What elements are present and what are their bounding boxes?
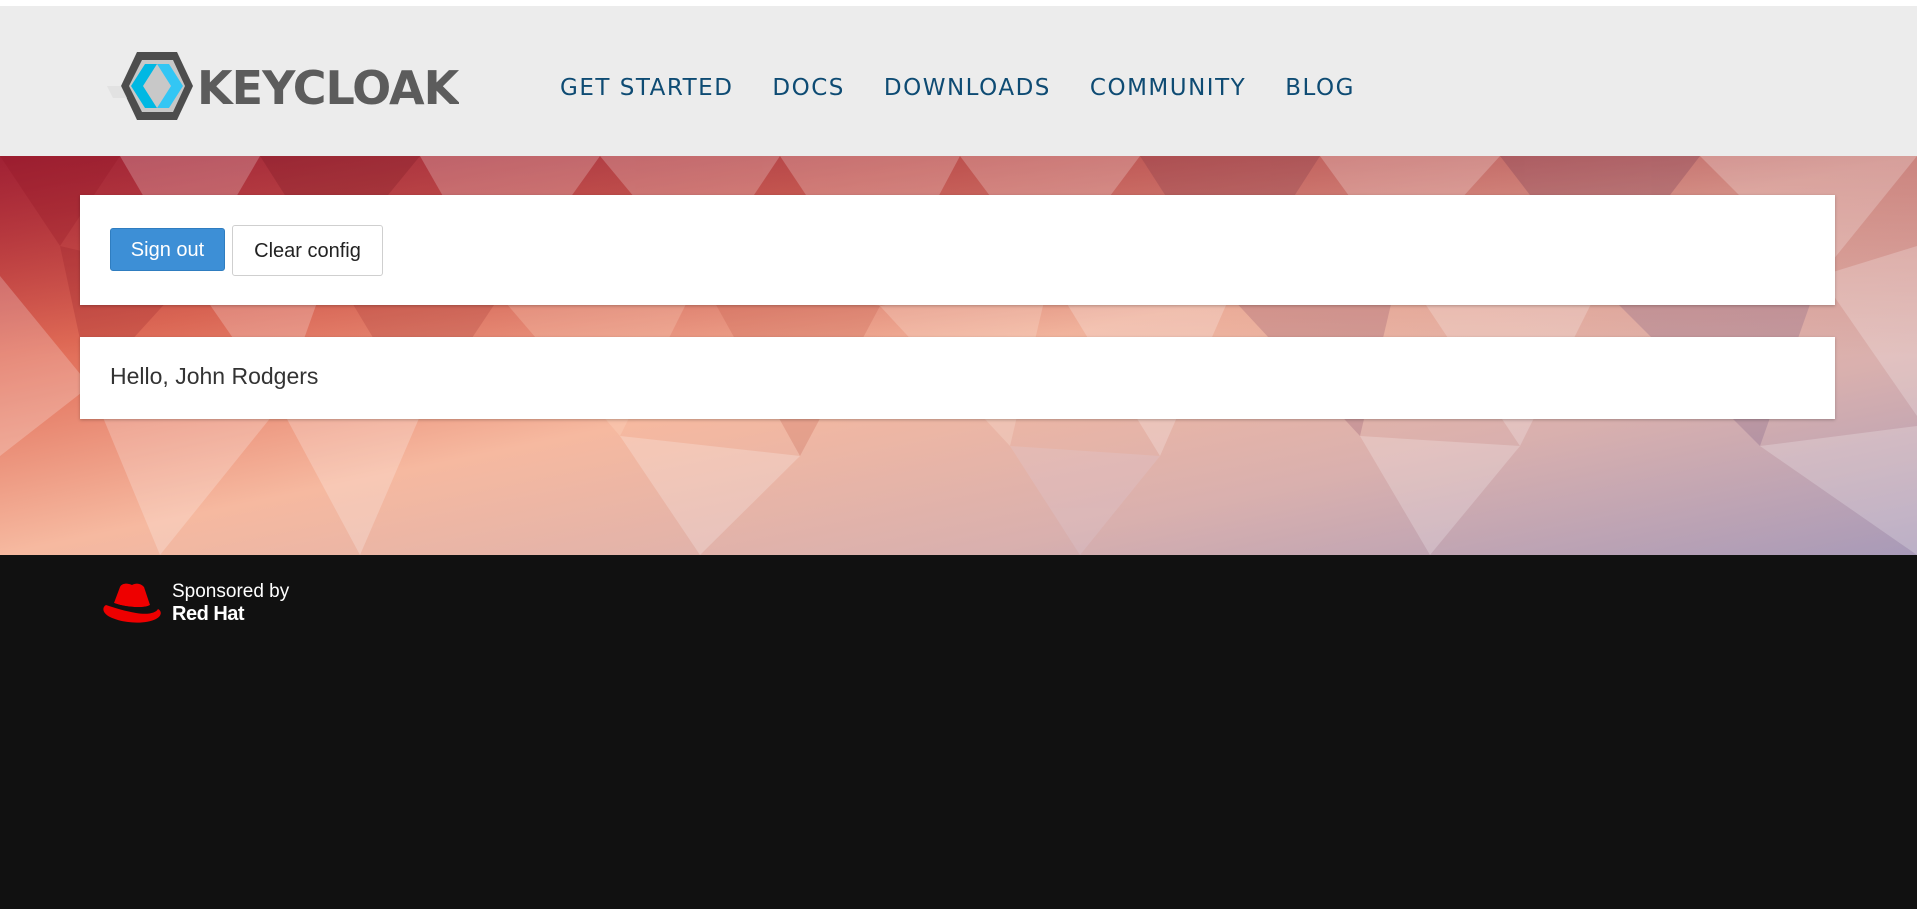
clear-config-button[interactable]: Clear config bbox=[232, 225, 383, 276]
greeting-panel: Hello, John Rodgers bbox=[80, 337, 1835, 419]
sponsor-text: Sponsored by Red Hat bbox=[172, 581, 289, 625]
keycloak-logo[interactable]: KEYCLOAK bbox=[107, 46, 459, 126]
nav-community[interactable]: COMMUNITY bbox=[1090, 72, 1246, 104]
main-nav: GET STARTED DOCS DOWNLOADS COMMUNITY BLO… bbox=[560, 72, 1394, 104]
redhat-sponsor[interactable]: Sponsored by Red Hat bbox=[100, 579, 289, 627]
nav-blog[interactable]: BLOG bbox=[1285, 72, 1355, 104]
nav-get-started[interactable]: GET STARTED bbox=[560, 72, 733, 104]
site-header: KEYCLOAK GET STARTED DOCS DOWNLOADS COMM… bbox=[0, 0, 1917, 156]
redhat-brand: Red Hat bbox=[172, 603, 245, 625]
greeting-text: Hello, John Rodgers bbox=[110, 363, 319, 389]
page: KEYCLOAK GET STARTED DOCS DOWNLOADS COMM… bbox=[0, 0, 1917, 909]
actions-panel: Sign out Clear config bbox=[80, 195, 1835, 305]
logo-wordmark: KEYCLOAK bbox=[197, 61, 459, 115]
sign-out-button[interactable]: Sign out bbox=[110, 228, 225, 271]
redhat-hat-icon bbox=[103, 583, 161, 623]
site-footer: Sponsored by Red Hat bbox=[0, 555, 1917, 909]
nav-downloads[interactable]: DOWNLOADS bbox=[884, 72, 1051, 104]
nav-docs[interactable]: DOCS bbox=[772, 72, 844, 104]
sponsored-label: Sponsored by bbox=[172, 581, 290, 602]
hero-section: Sign out Clear config Hello, John Rodger… bbox=[0, 156, 1917, 555]
